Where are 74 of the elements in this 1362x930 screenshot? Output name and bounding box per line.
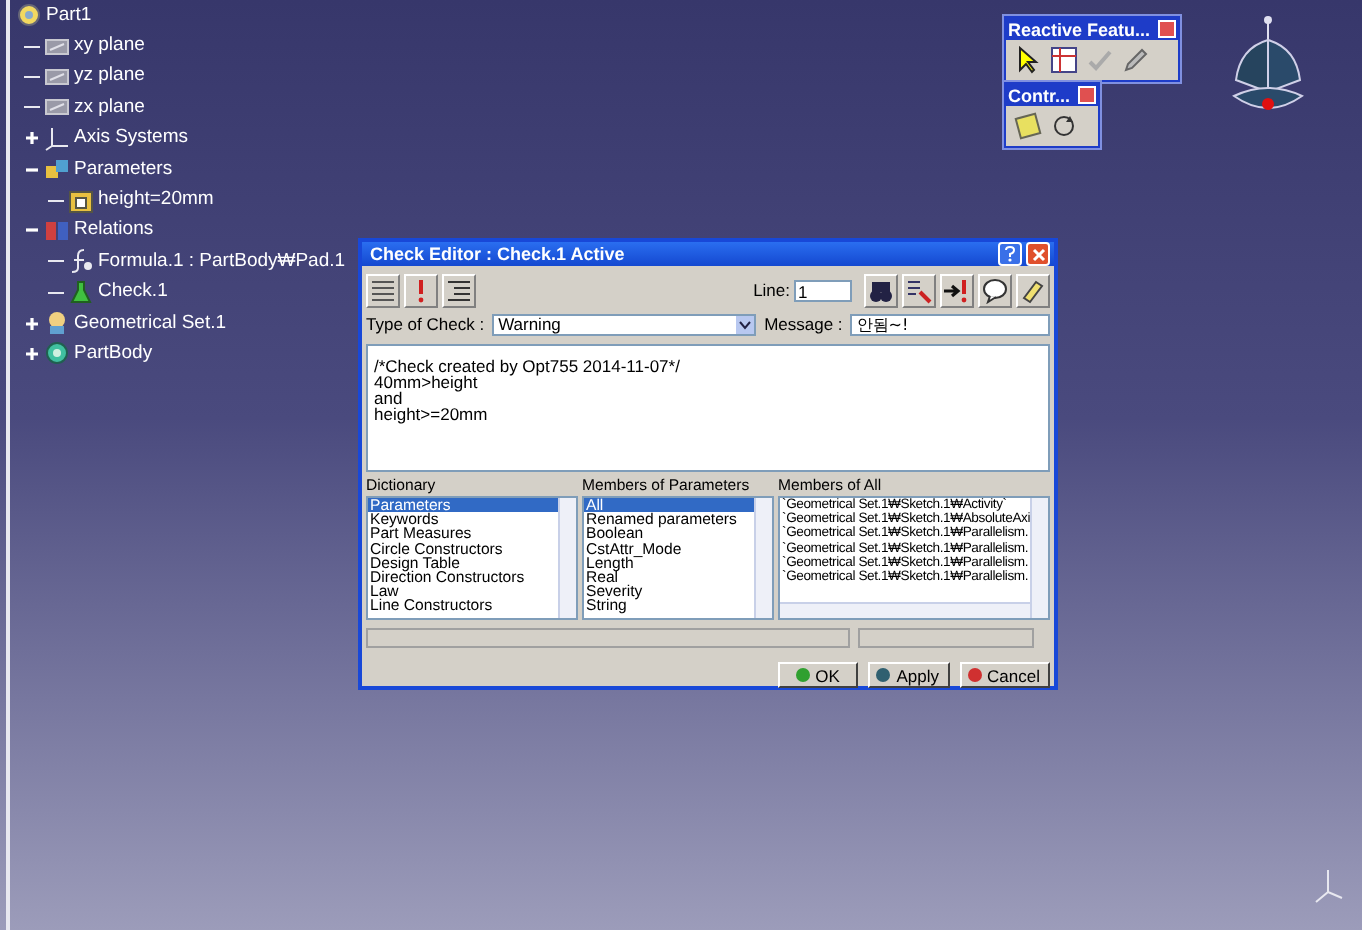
table-icon[interactable]: [1050, 46, 1078, 74]
code-line: /*Check created by Opt755 2014-11-07*/: [374, 358, 682, 374]
scrollbar[interactable]: [558, 498, 576, 618]
axis-icon: [1312, 868, 1344, 904]
ok-button[interactable]: OK: [778, 662, 859, 688]
type-label: Type of Check :: [366, 314, 485, 334]
message-field[interactable]: 안됨~!: [850, 313, 1050, 335]
binoculars-icon: [868, 277, 894, 303]
checkmark-icon[interactable]: [1086, 46, 1114, 74]
tree-item[interactable]: Relations: [74, 218, 154, 243]
axis-icon: [44, 125, 70, 152]
eraser-icon: [1020, 277, 1046, 303]
pencil-icon[interactable]: [1122, 46, 1150, 74]
tool-button[interactable]: [1016, 273, 1050, 307]
message-label: Message :: [764, 314, 843, 334]
close-icon[interactable]: [1078, 86, 1096, 104]
tool-button[interactable]: [978, 273, 1012, 307]
tree-item[interactable]: xy plane: [74, 34, 145, 59]
cancel-button[interactable]: Cancel: [959, 662, 1050, 688]
line-field[interactable]: 1: [794, 279, 852, 301]
formula-icon: [68, 248, 94, 275]
tree-item[interactable]: PartBody: [74, 341, 153, 366]
parameters-icon: [44, 156, 70, 183]
gear-icon: [16, 2, 42, 29]
loop-icon[interactable]: [1050, 112, 1078, 140]
tree-item[interactable]: Formula.1 : PartBody₩Pad.1: [98, 249, 346, 274]
list-icon: [370, 277, 396, 303]
relations-icon: [44, 217, 70, 244]
tree-item[interactable]: Parameters: [74, 157, 173, 182]
indent-icon: [446, 277, 472, 303]
code-line: 40mm>height: [374, 374, 478, 390]
tree-item[interactable]: height=20mm: [98, 188, 214, 213]
tool-button[interactable]: [442, 273, 476, 307]
tree-item[interactable]: Axis Systems: [74, 126, 189, 151]
geometrical-set-icon: [44, 310, 70, 337]
tool-button[interactable]: [366, 273, 400, 307]
parameter-icon: [68, 187, 94, 214]
flask-icon: [68, 279, 94, 306]
tree-item[interactable]: Part1: [46, 3, 92, 28]
tool-button[interactable]: [902, 273, 936, 307]
arrow-exclamation-icon: [944, 277, 970, 303]
code-line: and: [374, 390, 403, 406]
scrollbar[interactable]: [754, 498, 772, 618]
expand-icon[interactable]: [24, 315, 40, 332]
help-icon[interactable]: [998, 242, 1022, 266]
toolbar-title: Contr...: [1008, 85, 1070, 105]
tree-item[interactable]: yz plane: [74, 64, 145, 89]
close-icon[interactable]: [1026, 242, 1050, 266]
expand-icon[interactable]: [24, 345, 40, 362]
toolbar-title: Reactive Featu...: [1008, 19, 1151, 39]
plane-icon: [44, 63, 70, 90]
tree-item[interactable]: zx plane: [74, 95, 145, 120]
apply-button[interactable]: Apply: [868, 662, 950, 688]
cursor-icon[interactable]: [1014, 46, 1042, 74]
dropdown-arrow-icon[interactable]: [736, 315, 755, 333]
expand-icon[interactable]: [24, 130, 40, 147]
note-icon[interactable]: [1014, 112, 1042, 140]
find-icon: [906, 277, 932, 303]
code-editor[interactable]: /*Check created by Opt755 2014-11-07*/ 40mm>height and height>=20mm: [366, 344, 1050, 472]
tree-item[interactable]: Check.1: [98, 280, 168, 305]
plane-icon: [44, 33, 70, 60]
code-line: height>=20mm: [374, 406, 490, 422]
speech-bubble-icon: [982, 277, 1008, 303]
scrollbar[interactable]: [1030, 498, 1048, 618]
plane-icon: [44, 94, 70, 121]
close-icon[interactable]: [1158, 20, 1177, 38]
tool-button[interactable]: [864, 273, 898, 307]
tool-button[interactable]: [940, 273, 974, 307]
tree-item[interactable]: Geometrical Set.1: [74, 311, 227, 336]
scrollbar[interactable]: [780, 602, 1030, 618]
type-dropdown[interactable]: Warning: [492, 313, 757, 335]
window-title: Check Editor : Check.1 Active: [370, 244, 625, 264]
line-label: Line:: [753, 280, 790, 300]
gear-icon: [44, 340, 70, 367]
